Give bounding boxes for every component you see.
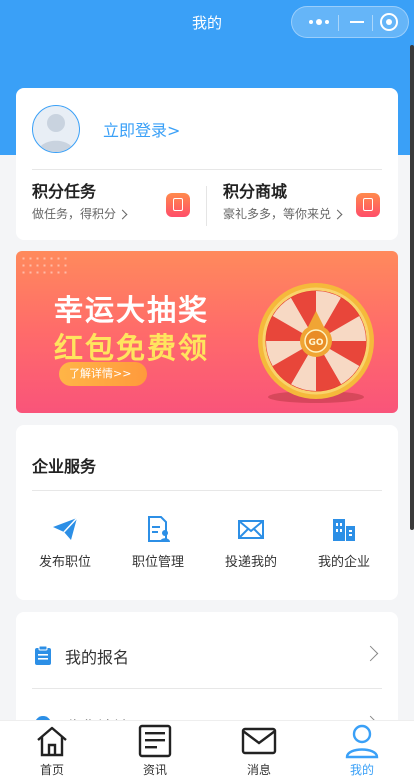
list-item-label: 我的报名 <box>65 648 130 667</box>
tab-label: 消息 <box>246 763 271 777</box>
mail-icon <box>241 727 277 755</box>
enterprise-service-card: 企业服务 发布职位 职位管理 投递我的 我的企业 <box>16 425 398 600</box>
clipboard-icon[interactable] <box>166 193 190 217</box>
service-label: 我的企业 <box>317 555 370 570</box>
section-title: 企业服务 <box>32 457 97 476</box>
chevron-right-icon <box>332 209 343 220</box>
building-icon <box>333 519 355 541</box>
login-link[interactable]: 立即登录> <box>103 117 180 141</box>
tab-home[interactable]: 首页 <box>22 723 82 778</box>
points-task-subtitle-text: 做任务，得积分 <box>32 207 117 221</box>
service-label: 职位管理 <box>131 555 184 570</box>
service-label: 发布职位 <box>38 555 91 570</box>
service-applications-to-me[interactable]: 投递我的 <box>211 515 291 570</box>
more-dots-icon[interactable] <box>304 7 334 37</box>
service-job-management[interactable]: 职位管理 <box>118 515 198 570</box>
user-icon <box>345 724 379 759</box>
chevron-right-icon <box>362 645 379 662</box>
wheel-center-label: GO <box>308 338 323 348</box>
mini-program-capsule <box>291 6 409 38</box>
tab-messages[interactable]: 消息 <box>229 723 289 778</box>
minimize-icon[interactable] <box>342 7 372 37</box>
target-close-icon[interactable] <box>374 7 404 37</box>
list-item-my-registrations[interactable]: 我的报名 <box>32 630 382 680</box>
service-my-company[interactable]: 我的企业 <box>304 515 384 570</box>
points-task-title: 积分任务 <box>32 182 97 201</box>
gift-bag-icon[interactable] <box>356 193 380 217</box>
points-mall-title: 积分商城 <box>223 182 288 201</box>
points-mall-entry[interactable]: 积分商城 豪礼多多，等你来兑 <box>223 181 343 222</box>
tab-label: 资讯 <box>142 763 167 777</box>
banner-subheadline: 红包免费领 <box>54 331 210 365</box>
divider <box>32 490 382 491</box>
banner-headline: 幸运大抽奖 <box>54 293 210 327</box>
service-label: 投递我的 <box>224 555 277 570</box>
envelope-icon <box>238 520 264 539</box>
scrollbar[interactable] <box>410 45 414 530</box>
service-post-job[interactable]: 发布职位 <box>25 515 105 570</box>
banner-dot-pattern <box>20 255 68 277</box>
points-task-subtitle: 做任务，得积分 <box>32 205 128 222</box>
news-icon <box>138 724 172 758</box>
home-icon <box>37 726 67 757</box>
tab-news[interactable]: 资讯 <box>125 723 185 778</box>
vertical-divider <box>206 186 207 226</box>
lottery-banner[interactable]: 幸运大抽奖 红包免费领 了解详情>> GO <box>16 251 398 413</box>
prize-wheel-icon: GO <box>258 283 374 403</box>
divider <box>32 169 382 170</box>
paper-plane-icon <box>53 517 78 540</box>
learn-more-button[interactable]: 了解详情>> <box>59 362 147 386</box>
tab-mine[interactable]: 我的 <box>332 723 392 778</box>
default-avatar-icon <box>38 114 74 152</box>
tab-label: 首页 <box>39 763 64 777</box>
profile-card: 立即登录> 积分任务 做任务，得积分 积分商城 豪礼多多，等你来兑 <box>16 88 398 240</box>
points-task-entry[interactable]: 积分任务 做任务，得积分 <box>32 181 128 222</box>
chevron-right-icon <box>117 209 128 220</box>
document-person-icon <box>148 516 170 542</box>
avatar[interactable] <box>32 105 80 153</box>
tab-label: 我的 <box>349 763 374 777</box>
bottom-tab-bar: 首页 资讯 消息 我的 <box>0 720 414 780</box>
points-mall-subtitle: 豪礼多多，等你来兑 <box>223 205 343 222</box>
points-mall-subtitle-text: 豪礼多多，等你来兑 <box>223 207 332 221</box>
clipboard-list-icon <box>35 645 51 665</box>
divider <box>32 688 382 689</box>
capsule-divider <box>338 15 339 31</box>
capsule-divider <box>372 15 373 31</box>
